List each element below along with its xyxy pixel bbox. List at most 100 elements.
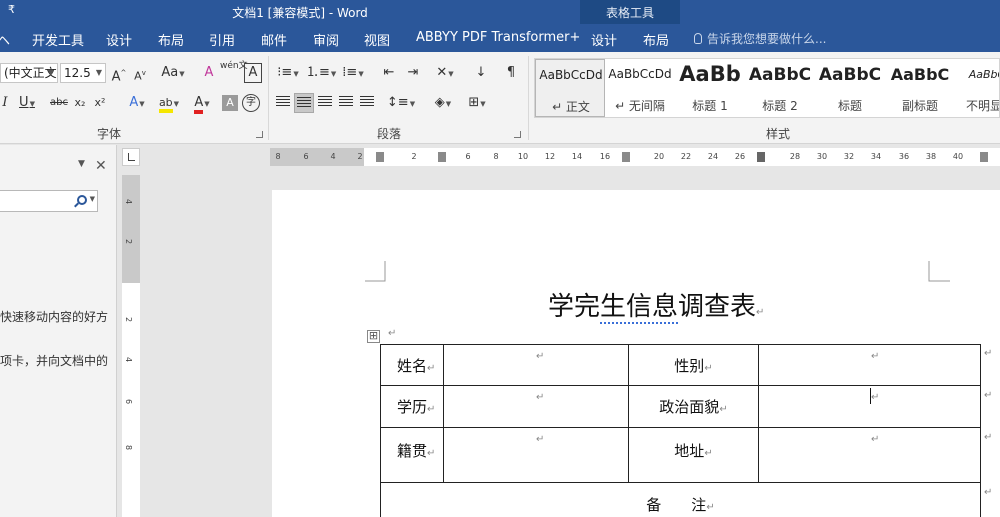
tab-design[interactable]: 设计 — [106, 30, 132, 49]
distributed-button[interactable] — [358, 93, 376, 113]
font-dialog-launcher-icon[interactable] — [256, 131, 263, 138]
style-heading-2[interactable]: AaBbC 标题 2 — [745, 59, 815, 117]
ruler-tick: 30 — [816, 152, 828, 161]
close-icon[interactable]: ✕ — [95, 158, 107, 174]
multilevel-list-button[interactable]: ⁞≡▼ — [338, 63, 368, 83]
styles-gallery[interactable]: AaBbCcDd ↵ 正文 AaBbCcDd ↵ 无间隔 AaBb 标题 1 A… — [534, 58, 1000, 118]
shrink-font-button[interactable]: Av — [131, 63, 149, 83]
tell-me-box[interactable]: 告诉我您想要做什么... — [694, 30, 826, 47]
bullets-button[interactable]: ⁝≡▼ — [274, 63, 302, 83]
align-center-button[interactable] — [294, 93, 314, 113]
underline-button[interactable]: U▼ — [16, 93, 38, 113]
justify-button[interactable] — [337, 93, 355, 113]
highlight-button[interactable]: ab▼ — [154, 93, 184, 113]
cell-gender-label[interactable]: 性别↵ — [628, 344, 759, 386]
column-marker[interactable] — [757, 152, 765, 162]
ribbon: (中文正文 ▼ 12.5 ▼ A^ Av Aa▼ A wén文 A I U▼ abc… — [0, 52, 1000, 144]
ruler-tick: 2 — [124, 238, 134, 245]
strikethrough-button[interactable]: abc — [48, 93, 70, 113]
tab-developer[interactable]: 开发工具 — [32, 30, 84, 49]
tab-abbyy[interactable]: ABBYY PDF Transformer+ — [416, 30, 580, 45]
tab-references[interactable]: 引用 — [209, 30, 235, 49]
character-shading-button[interactable]: A — [222, 95, 238, 111]
column-marker[interactable] — [438, 152, 446, 162]
search-icon[interactable] — [77, 195, 87, 205]
grow-font-button[interactable]: A^ — [110, 63, 128, 84]
row-end-mark: ↵ — [984, 390, 993, 401]
style-normal[interactable]: AaBbCcDd ↵ 正文 — [535, 59, 605, 117]
align-left-button[interactable] — [274, 93, 292, 113]
ruler-tick: 20 — [653, 152, 665, 161]
tab-truncated-left[interactable]: ヘ — [0, 30, 10, 49]
style-subtle-emphasis[interactable]: AaBbCc 不明显强 — [955, 59, 999, 117]
window-title: 文档1 [兼容模式] - Word — [232, 6, 368, 20]
cell-address-value[interactable]: ↵ — [758, 427, 981, 483]
italic-button[interactable]: I — [0, 93, 10, 113]
change-case-button[interactable]: Aa▼ — [158, 63, 188, 83]
cell-remarks[interactable]: 备 注↵ — [380, 482, 981, 517]
horizontal-ruler[interactable]: 8 6 4 2 2 6 8 10 12 14 16 20 22 24 26 28… — [270, 148, 1000, 166]
tab-selector-icon[interactable] — [122, 148, 140, 166]
styles-group-label: 样式 — [766, 127, 791, 141]
tab-mailings[interactable]: 邮件 — [261, 30, 287, 49]
cell-native-place-value[interactable]: ↵ — [443, 427, 629, 483]
ruler-tick: 34 — [870, 152, 882, 161]
vertical-ruler[interactable]: 4 2 2 4 6 8 — [122, 175, 140, 517]
decrease-indent-button[interactable]: ⇤ — [378, 63, 400, 83]
pane-options-icon[interactable]: ▼ — [78, 159, 85, 169]
ruler-tick: 32 — [843, 152, 855, 161]
column-marker[interactable] — [622, 152, 630, 162]
numbering-button[interactable]: ⒈≡▼ — [306, 63, 336, 83]
style-heading-1[interactable]: AaBb 标题 1 — [675, 59, 745, 117]
cell-native-place-label[interactable]: 籍贯↵ — [380, 427, 444, 483]
font-name-combo[interactable]: (中文正文 ▼ — [0, 63, 58, 83]
align-right-button[interactable] — [316, 93, 334, 113]
phonetic-guide-button[interactable]: wén文 — [220, 61, 248, 81]
cell-name-value[interactable]: ↵ — [443, 344, 629, 386]
asian-layout-button[interactable]: ✕▼ — [430, 63, 460, 83]
tab-layout[interactable]: 布局 — [158, 30, 184, 49]
cell-education-value[interactable]: ↵ — [443, 385, 629, 428]
column-marker[interactable] — [376, 152, 384, 162]
cell-political-status-label[interactable]: 政治面貌↵ — [628, 385, 759, 428]
borders-button[interactable]: ⊞▼ — [462, 93, 492, 113]
row-end-mark: ↵ — [984, 432, 993, 443]
tab-table-design[interactable]: 设计 — [591, 30, 617, 49]
clear-formatting-button[interactable]: A — [199, 63, 219, 83]
text-effects-button[interactable]: A▼ — [122, 93, 152, 113]
style-subtitle[interactable]: AaBbC 副标题 — [885, 59, 955, 117]
cell-address-label[interactable]: 地址↵ — [628, 427, 759, 483]
cell-education-label[interactable]: 学历↵ — [380, 385, 444, 428]
tab-review[interactable]: 审阅 — [313, 30, 339, 49]
character-border-button[interactable]: A — [244, 63, 262, 83]
student-info-table[interactable]: 姓名↵ ↵ 性别↵ ↵ 学历↵ ↵ 政治面貌↵ ↵ 籍贯↵ ↵ 地址↵ ↵ 备 … — [380, 344, 981, 517]
superscript-button[interactable]: x² — [92, 93, 108, 113]
document-heading[interactable]: 学完生信息调查表↵ — [548, 286, 764, 324]
sort-button[interactable]: ↓ — [470, 63, 492, 83]
increase-indent-button[interactable]: ⇥ — [402, 63, 424, 83]
cell-gender-value[interactable]: ↵ — [758, 344, 981, 386]
paragraph-dialog-launcher-icon[interactable] — [514, 131, 521, 138]
line-spacing-button[interactable]: ↕≡▼ — [386, 93, 416, 113]
nav-help-text-2: 项卡，并向文档中的 — [0, 354, 109, 368]
font-color-button[interactable]: A▼ — [188, 93, 216, 114]
chevron-down-icon: ▼ — [47, 68, 54, 77]
spelling-error-word[interactable]: 生信息 — [600, 292, 679, 324]
chevron-down-icon[interactable]: ▼ — [90, 195, 95, 203]
style-title[interactable]: AaBbC 标题 — [815, 59, 885, 117]
title-bar: ₹ 文档1 [兼容模式] - Word — [0, 0, 1000, 24]
show-marks-button[interactable]: ¶ — [504, 63, 518, 83]
subscript-button[interactable]: x₂ — [72, 93, 88, 113]
tab-view[interactable]: 视图 — [364, 30, 390, 49]
tab-table-layout[interactable]: 布局 — [643, 30, 669, 49]
paragraph-group-label: 段落 — [377, 127, 402, 141]
enclose-characters-button[interactable]: 字 — [242, 94, 260, 112]
ruler-margin-area — [122, 175, 140, 283]
cell-name-label[interactable]: 姓名↵ — [380, 344, 444, 386]
font-size-combo[interactable]: 12.5 ▼ — [60, 63, 106, 83]
column-marker[interactable] — [980, 152, 988, 162]
nav-search-input[interactable]: ▼ — [0, 190, 98, 212]
style-no-spacing[interactable]: AaBbCcDd ↵ 无间隔 — [605, 59, 675, 117]
shading-button[interactable]: ◈▼ — [428, 93, 458, 113]
table-move-handle-icon[interactable]: ⊞ — [367, 330, 380, 343]
